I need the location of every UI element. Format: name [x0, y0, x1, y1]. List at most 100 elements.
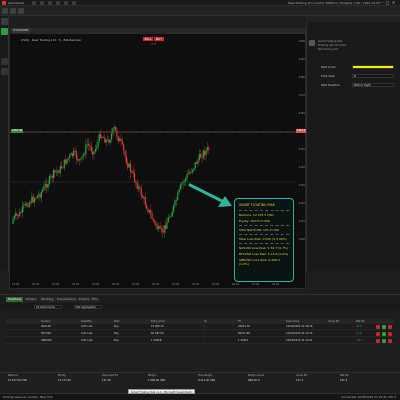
cell-sl: -	[204, 332, 205, 335]
reverse-position-icon[interactable]	[388, 325, 392, 329]
candle-body	[117, 136, 119, 142]
table-row[interactable]: BTCUSD 0.01 Lots Buy 60 987.00 - 60915.8…	[6, 331, 394, 337]
candle-body	[173, 204, 175, 212]
summary-value: 121.3	[340, 379, 348, 382]
close-position-icon[interactable]	[376, 325, 380, 329]
candle-body	[40, 191, 42, 198]
candle-body	[101, 137, 103, 138]
sidebar-drawing-icon[interactable]	[1, 58, 8, 65]
candle-body	[39, 194, 41, 198]
table-row[interactable]: GBPUSD 0.01 Lots Buy 1.30656 - 1.30957 1…	[6, 338, 394, 344]
candle-body	[109, 139, 111, 143]
layout-button[interactable]	[40, 1, 44, 5]
tab-orders[interactable]: Orders	[24, 297, 39, 302]
candle-body	[50, 175, 52, 177]
risk-line: BTCUSD Loss Risk: $ 14.9 (0.6%)	[239, 252, 289, 256]
sidebar-chart-icon[interactable]	[1, 18, 8, 25]
candle-body	[78, 159, 80, 161]
price-tick: 4160	[298, 112, 305, 115]
menu-icon[interactable]	[2, 8, 8, 14]
candle-body	[150, 209, 152, 214]
candle-body	[136, 182, 138, 189]
summary-label: Margin Level	[248, 374, 264, 377]
settings-icon[interactable]	[64, 1, 68, 5]
candle-body	[36, 195, 38, 199]
candle-body	[97, 140, 99, 147]
summary-label: Margin	[148, 374, 157, 377]
summary-value: 1 060.90 USD	[148, 379, 166, 382]
modify-position-icon[interactable]	[382, 339, 386, 343]
instrument-filter[interactable]: All instruments	[34, 305, 62, 309]
buy-button[interactable]: BUY	[154, 37, 164, 41]
candle-body	[19, 211, 21, 217]
risk-line: NAS100 Loss Risk: $ 34.7 (0.7%)	[239, 246, 289, 250]
candle-body	[142, 195, 144, 198]
candle-body	[193, 168, 195, 170]
cell-net: -30.9	[356, 339, 363, 342]
time-tick: 06:00	[232, 283, 240, 286]
candle-body	[167, 217, 169, 223]
candle-body	[38, 194, 40, 196]
cell-quantity: 0.01 Lots	[81, 339, 93, 342]
candle-body	[77, 159, 79, 161]
sell-button[interactable]: SELL	[143, 37, 153, 41]
search-icon[interactable]	[72, 1, 76, 5]
panel-line: Floating risk calculator	[318, 44, 347, 47]
link-icon[interactable]	[56, 1, 60, 5]
candle-body	[56, 170, 59, 172]
workspace-button[interactable]	[32, 1, 36, 5]
modify-position-icon[interactable]	[382, 325, 386, 329]
candle-body	[55, 171, 57, 173]
left-sidebar	[0, 16, 9, 271]
summary-value: 121.3	[296, 379, 304, 382]
font-size-field[interactable]: 8	[352, 74, 394, 78]
candle-body	[29, 202, 32, 204]
candle-body	[69, 154, 71, 158]
trading-sessions: Trading sessions: London, New York	[3, 395, 53, 399]
tab-transactions[interactable]: Transactions	[55, 297, 78, 302]
candle-body	[158, 226, 160, 230]
modify-position-icon[interactable]	[382, 332, 386, 336]
divider	[239, 234, 289, 235]
tab-working[interactable]: Working	[39, 297, 56, 302]
candle-body	[139, 186, 141, 188]
total-net-line: Total Net Profit: 121.3 USD	[239, 228, 279, 232]
table-row[interactable]: NAS100 0.01 Lots Buy 19 955.10 - 20041.7…	[6, 324, 394, 330]
candle-body	[100, 134, 102, 138]
candle-body	[94, 148, 96, 152]
tab-fills[interactable]: Fills	[90, 297, 100, 302]
candle-body	[17, 215, 19, 217]
candle-body	[191, 169, 194, 173]
candle-body	[110, 133, 113, 140]
reverse-position-icon[interactable]	[388, 339, 392, 343]
aggregation-filter[interactable]: Not aggregated	[74, 305, 102, 309]
text-position-select[interactable]: Bottom Right	[352, 83, 394, 87]
candle-body	[174, 200, 176, 205]
chart-type-icon[interactable]	[10, 8, 16, 14]
candle-body	[201, 157, 203, 159]
cell-quantity: 0.01 Lots	[81, 325, 93, 328]
lock-icon[interactable]	[48, 1, 52, 5]
candle-body	[185, 177, 187, 182]
time-tick: 23:00	[92, 283, 100, 286]
close-position-icon[interactable]	[376, 339, 380, 343]
text-color-picker[interactable]	[352, 65, 394, 69]
sidebar-trade-icon[interactable]	[1, 28, 8, 35]
candle-body	[116, 130, 118, 137]
candle-body	[73, 150, 75, 156]
tab-positions[interactable]: Positions	[6, 297, 24, 302]
cell-time: 10/03/2024 21:14:15	[286, 332, 313, 335]
chart-info-label: US30 · Real Trading Ltd · 5 · Bid/Ask/As…	[21, 38, 82, 42]
candle-body	[115, 127, 117, 131]
candle-body	[16, 213, 18, 216]
total-loss-line: Total Loss Risk: 0.000 ($ 0.00%)	[239, 237, 287, 241]
price-scale[interactable]: 4200 4190 4180 4170 4160 4150 4140 4130 …	[296, 33, 306, 289]
candle-body	[189, 171, 191, 174]
sidebar-tools-icon[interactable]	[1, 68, 8, 75]
panel-line: Real Trading Ltd	[318, 48, 339, 51]
smart-floating-risk-panel: SMART FLOATING RISK Balance: 10 107.5 US…	[234, 198, 294, 282]
close-position-icon[interactable]	[376, 332, 380, 336]
candle-body	[178, 189, 180, 193]
reverse-position-icon[interactable]	[388, 332, 392, 336]
timeframe-icon[interactable]	[18, 8, 24, 14]
